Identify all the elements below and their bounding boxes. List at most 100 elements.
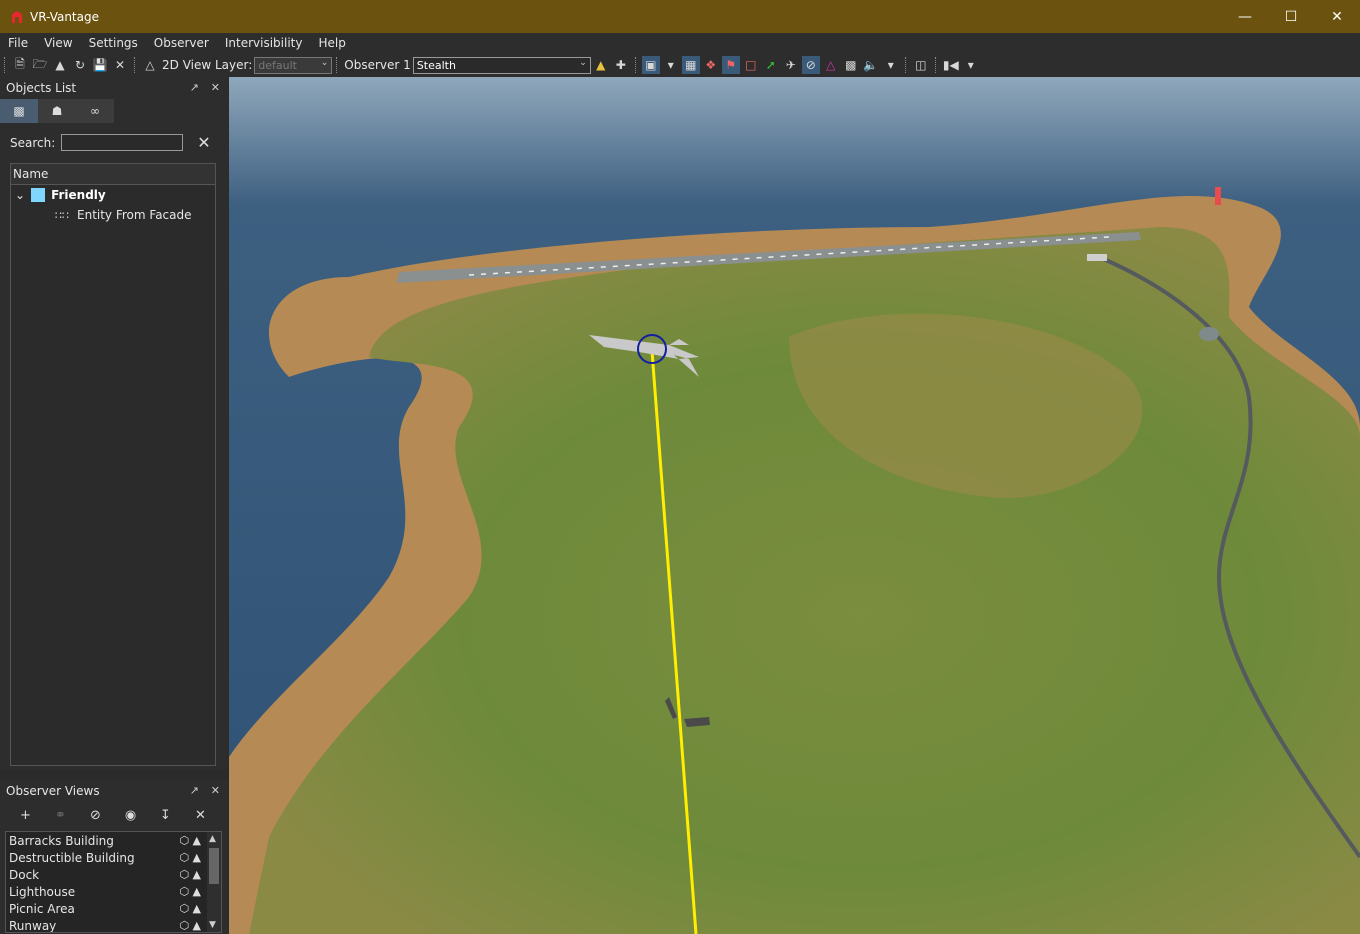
view-icons: ⬡ ▲ bbox=[179, 885, 201, 898]
menu-intervisibility[interactable]: Intervisibility bbox=[217, 36, 311, 50]
list-item[interactable]: Dock ⬡ ▲ bbox=[6, 866, 221, 883]
list-item[interactable]: Lighthouse ⬡ ▲ bbox=[6, 883, 221, 900]
group-label: Friendly bbox=[51, 188, 106, 202]
view-label: Barracks Building bbox=[9, 833, 114, 848]
scroll-up-icon[interactable]: ▲ bbox=[209, 834, 216, 844]
observer-mode-icon[interactable]: ▣ bbox=[641, 56, 660, 74]
building-icon: ☗ bbox=[51, 104, 63, 118]
objects-list-panel: Objects List ↗ ✕ ▩ ☗ ∞ Search: ✕ Name ⌄ … bbox=[0, 77, 228, 770]
chevron-down-icon[interactable]: ▾ bbox=[882, 56, 900, 74]
save-icon[interactable]: 💾 bbox=[91, 56, 109, 74]
list-item[interactable]: Destructible Building ⬡ ▲ bbox=[6, 849, 221, 866]
box-icon[interactable]: □ bbox=[742, 56, 760, 74]
menu-observer[interactable]: Observer bbox=[146, 36, 217, 50]
objects-list-title: Objects List bbox=[6, 81, 77, 95]
view-icons: ⬡ ▲ bbox=[179, 919, 201, 932]
toolbar-separator bbox=[134, 57, 136, 73]
observer-views-title: Observer Views bbox=[6, 784, 100, 798]
new-file-icon[interactable]: 🗎 bbox=[11, 56, 29, 74]
objects-tab[interactable]: ☗ bbox=[38, 99, 76, 123]
link-icon[interactable]: ⚭ bbox=[43, 808, 78, 823]
toolbar-separator bbox=[4, 57, 6, 73]
tree-group-row[interactable]: ⌄ Friendly bbox=[11, 185, 215, 205]
binoculars-icon: ∞ bbox=[90, 104, 100, 118]
3d-viewport[interactable] bbox=[229, 77, 1360, 934]
chevron-down-icon[interactable]: ▾ bbox=[662, 56, 680, 74]
close-icon[interactable]: ✕ bbox=[211, 81, 220, 94]
volume-icon[interactable]: △ bbox=[822, 56, 840, 74]
name-column-header[interactable]: Name bbox=[11, 164, 215, 185]
close-icon[interactable]: ✕ bbox=[211, 784, 220, 797]
clear-search-icon[interactable]: ✕ bbox=[197, 133, 210, 152]
add-view-icon[interactable]: + bbox=[8, 808, 43, 823]
view-icons: ⬡ ▲ bbox=[179, 902, 201, 915]
entities-tab[interactable]: ▩ bbox=[0, 99, 38, 123]
scroll-down-icon[interactable]: ▼ bbox=[209, 920, 216, 930]
download-icon[interactable]: ↧ bbox=[148, 808, 183, 823]
capture-icon[interactable]: ◉ bbox=[113, 808, 148, 823]
objects-tree: Name ⌄ Friendly ∷∷ Entity From Facade bbox=[10, 163, 216, 766]
terrain-edit-icon[interactable]: △ bbox=[141, 56, 159, 74]
friendly-color-swatch bbox=[31, 188, 46, 202]
view-label: Runway bbox=[9, 918, 57, 933]
delete-view-icon[interactable]: ✕ bbox=[183, 808, 218, 823]
hide-view-icon[interactable]: ⊘ bbox=[78, 808, 113, 823]
menu-view[interactable]: View bbox=[36, 36, 80, 50]
warning-cone-icon[interactable]: ▲ bbox=[592, 56, 610, 74]
view-layer-select[interactable]: default ⌄ bbox=[254, 56, 333, 74]
playback-icon[interactable]: ▮◀ bbox=[942, 56, 960, 74]
chevron-down-icon[interactable]: ⌄ bbox=[15, 188, 25, 202]
road-roundabout bbox=[1199, 327, 1219, 341]
terrain-icon[interactable]: ▲ bbox=[51, 56, 69, 74]
chevron-down-icon: ⌄ bbox=[579, 57, 587, 68]
label-icon[interactable]: ⚑ bbox=[721, 56, 740, 74]
vehicle-icon[interactable]: ▩ bbox=[842, 56, 860, 74]
undock-icon[interactable]: ↗ bbox=[190, 784, 199, 797]
route-icon[interactable]: ❖ bbox=[702, 56, 720, 74]
chevron-down-icon[interactable]: ▾ bbox=[962, 56, 980, 74]
layout-icon[interactable]: ◫ bbox=[912, 56, 930, 74]
toolbar: 🗎 🗁 ▲ ↻ 💾 ✕ △ 2D View Layer: default ⌄ O… bbox=[0, 53, 1360, 77]
toolbar-separator bbox=[934, 57, 937, 73]
minimize-button[interactable]: — bbox=[1222, 0, 1268, 33]
view-label: Lighthouse bbox=[9, 884, 76, 899]
aircraft-icon[interactable]: ✈ bbox=[782, 56, 800, 74]
scroll-thumb[interactable] bbox=[209, 848, 219, 884]
car-icon: ▩ bbox=[13, 104, 25, 118]
runway-building bbox=[1087, 254, 1107, 261]
view-icons: ⬡ ▲ bbox=[179, 834, 201, 847]
hide-icon[interactable]: ⊘ bbox=[801, 56, 820, 74]
close-scenario-icon[interactable]: ✕ bbox=[111, 56, 129, 74]
sound-icon[interactable]: 🔈 bbox=[862, 56, 880, 74]
menu-settings[interactable]: Settings bbox=[81, 36, 146, 50]
search-label: Search: bbox=[10, 135, 56, 150]
menu-help[interactable]: Help bbox=[310, 36, 353, 50]
toolbar-separator bbox=[904, 57, 907, 73]
tree-entity-row[interactable]: ∷∷ Entity From Facade bbox=[11, 205, 215, 225]
reload-icon[interactable]: ↻ bbox=[71, 56, 89, 74]
list-item[interactable]: Picnic Area ⬡ ▲ bbox=[6, 900, 221, 917]
chevron-down-icon: ⌄ bbox=[320, 57, 329, 68]
list-item[interactable]: Barracks Building ⬡ ▲ bbox=[6, 832, 221, 849]
menu-file[interactable]: File bbox=[0, 36, 36, 50]
observer-views-panel: Observer Views ↗ ✕ + ⚭ ⊘ ◉ ↧ ✕ Barracks … bbox=[0, 780, 228, 934]
maximize-button[interactable]: ☐ bbox=[1268, 0, 1314, 33]
menu-bar: File View Settings Observer Intervisibil… bbox=[0, 33, 1360, 53]
entity-label: Entity From Facade bbox=[77, 208, 192, 222]
window-title: VR-Vantage bbox=[30, 9, 99, 24]
close-window-button[interactable]: ✕ bbox=[1314, 0, 1360, 33]
lighthouse bbox=[1215, 187, 1221, 205]
view-icons: ⬡ ▲ bbox=[179, 868, 201, 881]
app-logo-icon bbox=[12, 11, 22, 23]
fit-view-icon[interactable]: ▦ bbox=[681, 56, 700, 74]
view-label: Destructible Building bbox=[9, 850, 135, 865]
observers-tab[interactable]: ∞ bbox=[76, 99, 114, 123]
undock-icon[interactable]: ↗ bbox=[190, 81, 199, 94]
list-item[interactable]: Runway ⬡ ▲ bbox=[6, 917, 221, 933]
trail-icon[interactable]: ➚ bbox=[762, 56, 780, 74]
search-input[interactable] bbox=[61, 134, 184, 151]
open-folder-icon[interactable]: 🗁 bbox=[31, 56, 49, 74]
observer-select[interactable]: Stealth ⌄ bbox=[412, 56, 591, 74]
measure-icon[interactable]: ✚ bbox=[612, 56, 630, 74]
scrollbar[interactable]: ▲ ▼ bbox=[207, 832, 221, 932]
